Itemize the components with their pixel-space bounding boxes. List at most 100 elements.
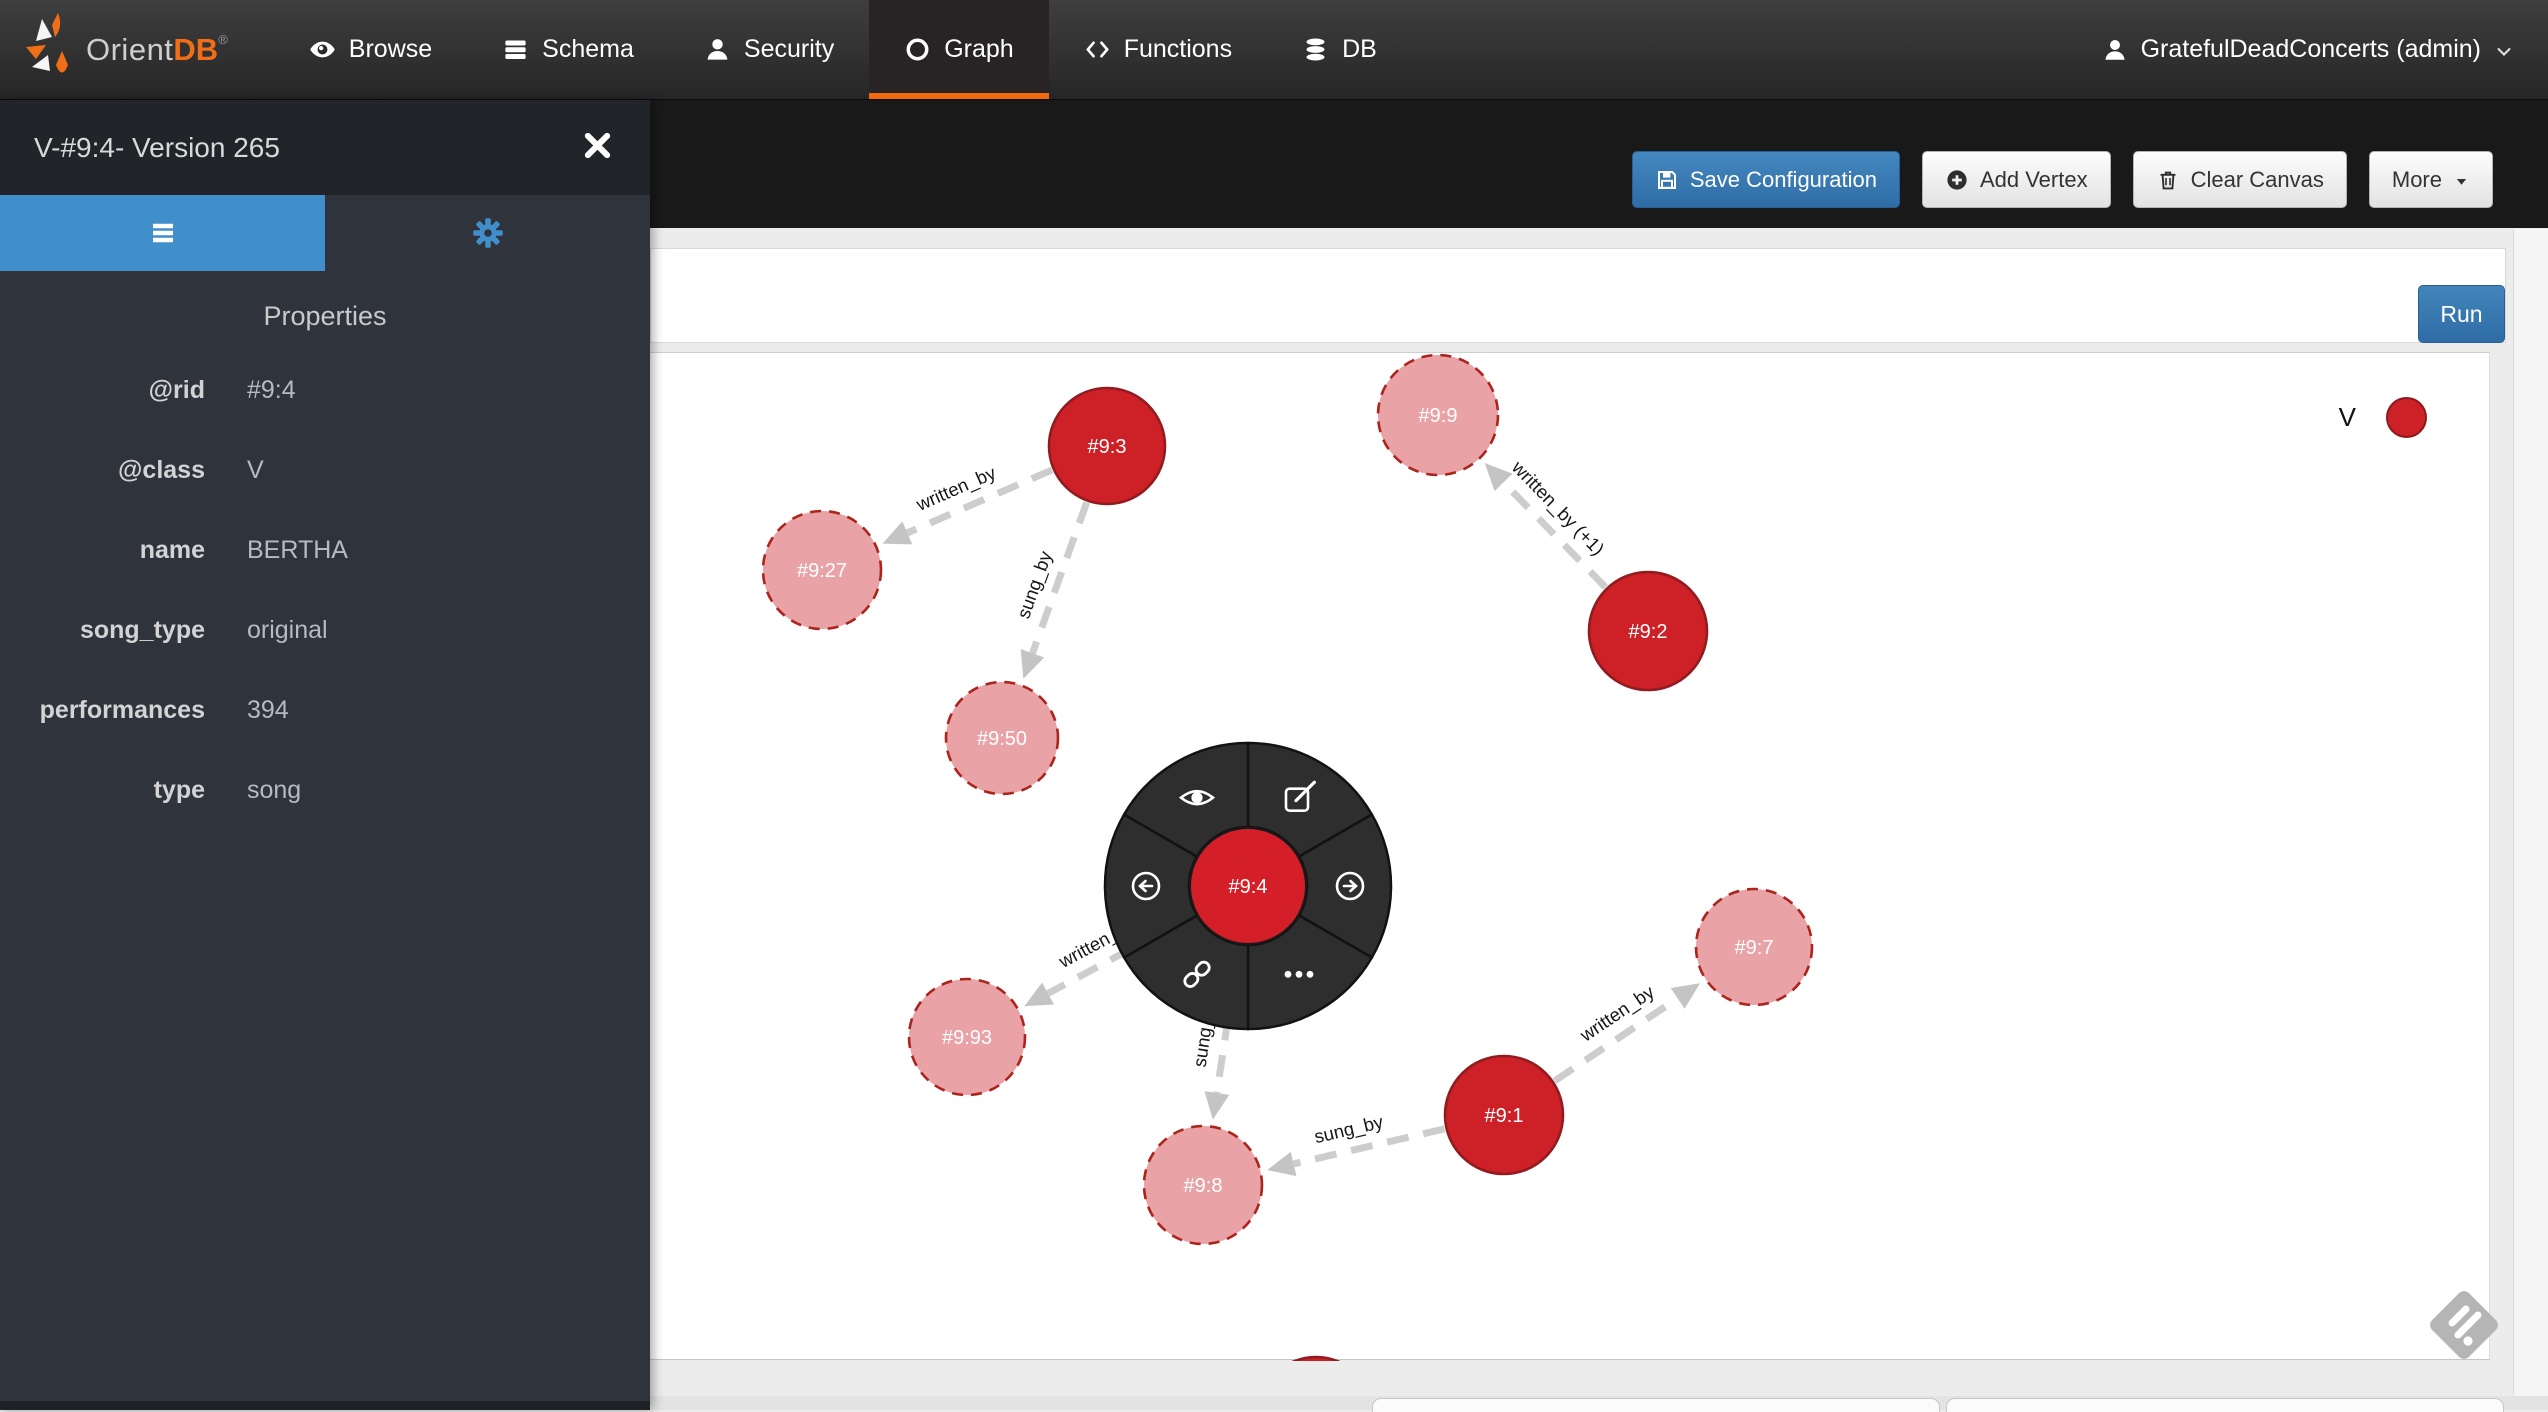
edge-arrowhead [1267, 1152, 1296, 1176]
user-icon [704, 36, 731, 63]
nav-label: Functions [1124, 35, 1232, 64]
trash-icon [2156, 168, 2180, 192]
graph-legend: V [2339, 397, 2427, 438]
nav-label: DB [1342, 35, 1377, 64]
property-value: song [247, 776, 301, 805]
property-row: @class V [0, 430, 650, 510]
nav-tab-security[interactable]: Security [669, 0, 869, 99]
eye-icon [309, 36, 336, 63]
brand-db: DB [173, 32, 218, 67]
properties-list: @rid #9:4 @class V name BERTHA song_type… [0, 350, 650, 830]
edge-arrowhead [1671, 983, 1700, 1008]
query-bar[interactable]: Run [650, 248, 2506, 343]
graph-node[interactable]: #9:9 [1378, 355, 1498, 475]
node-label: #9:50 [977, 728, 1027, 750]
graph-node[interactable]: #9:2 [1589, 572, 1707, 690]
save-configuration-button[interactable]: Save Configuration [1632, 151, 1900, 208]
nav-label: Browse [349, 35, 432, 64]
node-label: #9:93 [942, 1027, 992, 1049]
top-navbar: OrientDB® Browse Schema Security Graph F… [0, 0, 2548, 100]
property-value: BERTHA [247, 536, 348, 565]
panel-footer [0, 1401, 650, 1410]
user-icon [2102, 37, 2128, 63]
property-value: V [247, 456, 264, 485]
database-icon [1302, 36, 1329, 63]
edge-label: written_by [912, 462, 1000, 517]
user-menu[interactable]: GratefulDeadConcerts (admin) [2102, 0, 2548, 99]
gear-icon [473, 218, 503, 248]
property-label: @class [0, 456, 205, 485]
orientdb-logo[interactable]: OrientDB® [0, 0, 274, 99]
panel-title: V-#9:4- Version 265 [34, 132, 280, 164]
nav-tab-graph[interactable]: Graph [869, 0, 1048, 99]
nav-label: Graph [944, 35, 1013, 64]
property-label: name [0, 536, 205, 565]
user-menu-label: GratefulDeadConcerts (admin) [2141, 35, 2481, 64]
property-row: @rid #9:4 [0, 350, 650, 430]
node-label: #9:9 [1419, 405, 1458, 427]
graph-node[interactable]: #9:4 [1190, 828, 1306, 944]
nav-tab-schema[interactable]: Schema [467, 0, 669, 99]
node-label: #9:2 [1629, 621, 1668, 643]
clear-canvas-button[interactable]: Clear Canvas [2133, 151, 2347, 208]
panel-body: Properties @rid #9:4 @class V name BERTH… [0, 301, 650, 830]
property-label: @rid [0, 376, 205, 405]
graph-toolbar: Save Configuration Add Vertex Clear Canv… [1632, 151, 2493, 208]
edge-label: sung_by [1312, 1111, 1386, 1148]
menu-icon [148, 218, 178, 248]
circle-icon [904, 36, 931, 63]
graph-node[interactable]: #9:93 [909, 979, 1025, 1095]
right-gutter [2513, 229, 2548, 1410]
brand-orient: Orient [86, 32, 173, 67]
graph-node[interactable]: #9:1 [1445, 1056, 1563, 1174]
property-row: song_type original [0, 590, 650, 670]
edge-arrowhead [1204, 1091, 1229, 1120]
save-icon [1655, 168, 1679, 192]
graph-svg[interactable]: written_bysung_bywritten_by (+1)written_… [650, 353, 2490, 1361]
nav-tab-db[interactable]: DB [1267, 0, 1412, 99]
panel-title-bar: V-#9:4- Version 265 [0, 100, 650, 195]
property-row: performances 394 [0, 670, 650, 750]
edge-arrowhead [1021, 649, 1045, 679]
brand-registered-mark: ® [218, 32, 228, 47]
node-label: #9:3 [1088, 436, 1127, 458]
node-label: #9:7 [1735, 937, 1774, 959]
nav-tab-functions[interactable]: Functions [1049, 0, 1267, 99]
node-label: #9:4 [1229, 876, 1268, 898]
nav-label: Schema [542, 35, 634, 64]
code-icon [1084, 36, 1111, 63]
keylines-badge[interactable] [2418, 1279, 2510, 1371]
tab-properties[interactable] [0, 195, 325, 271]
close-icon[interactable] [581, 129, 614, 162]
ellipsis-icon[interactable] [1285, 971, 1314, 978]
edge-label: written_by (+1) [1507, 456, 1609, 560]
property-label: song_type [0, 616, 205, 645]
list-icon [502, 36, 529, 63]
graph-node[interactable] [1258, 1357, 1374, 1361]
nav-tab-browse[interactable]: Browse [274, 0, 467, 99]
property-row: name BERTHA [0, 510, 650, 590]
property-value: #9:4 [247, 376, 296, 405]
add-vertex-button[interactable]: Add Vertex [1922, 151, 2111, 208]
diamond-stripes-icon [2418, 1279, 2510, 1371]
node-label: #9:27 [797, 560, 847, 582]
chevron-down-icon [2494, 42, 2514, 62]
plus-circle-icon [1945, 168, 1969, 192]
nav-label: Security [744, 35, 834, 64]
property-label: type [0, 776, 205, 805]
edge-arrowhead [1485, 463, 1513, 491]
graph-node[interactable]: #9:7 [1696, 889, 1812, 1005]
graph-node[interactable]: #9:3 [1049, 388, 1165, 504]
graph-node[interactable]: #9:50 [946, 682, 1058, 794]
more-button[interactable]: More [2369, 151, 2493, 208]
caret-down-icon [2453, 173, 2470, 190]
graph-node[interactable]: #9:27 [763, 511, 881, 629]
vertex-properties-panel: V-#9:4- Version 265 Properties @rid #9:4… [0, 100, 650, 1410]
graph-node[interactable]: #9:8 [1144, 1126, 1262, 1244]
graph-canvas[interactable]: written_bysung_bywritten_by (+1)written_… [650, 352, 2490, 1360]
run-button[interactable]: Run [2418, 285, 2505, 343]
tab-settings[interactable] [325, 195, 650, 271]
property-row: type song [0, 750, 650, 830]
legend-vertex-color-dot [2386, 397, 2427, 438]
property-value: original [247, 616, 328, 645]
